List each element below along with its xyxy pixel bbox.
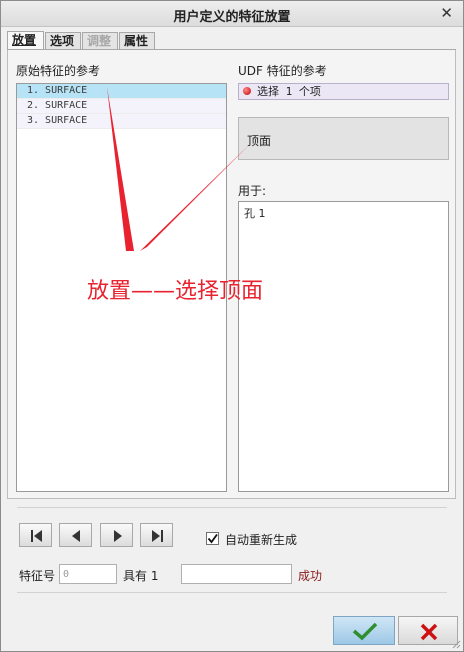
next-button[interactable]: [100, 523, 133, 547]
check-mark-icon: [207, 533, 218, 544]
previous-button[interactable]: [59, 523, 92, 547]
next-icon: [114, 530, 122, 542]
auto-regenerate-checkbox[interactable]: [206, 532, 219, 545]
feature-number-field[interactable]: [59, 564, 117, 584]
has-count-label: 具有 1: [123, 569, 159, 583]
arrow-right-icon: [140, 142, 252, 251]
cancel-button[interactable]: [398, 616, 458, 645]
annotation-text: 放置——选择顶面: [87, 279, 264, 304]
resize-grip-icon[interactable]: [451, 639, 461, 649]
last-icon: [152, 530, 163, 542]
last-button[interactable]: [140, 523, 173, 547]
separator: [17, 592, 447, 593]
first-icon: [31, 530, 42, 542]
separator: [17, 507, 447, 508]
annotation-arrows: [107, 87, 252, 251]
feature-number-input[interactable]: [60, 565, 116, 583]
cancel-x-icon: [420, 623, 438, 641]
first-button[interactable]: [19, 523, 52, 547]
has-field[interactable]: [181, 564, 292, 584]
previous-icon: [72, 530, 80, 542]
has-input[interactable]: [182, 565, 291, 583]
udf-placement-dialog: 用户定义的特征放置 ✕ 放置 选项 调整 属性 原始特征的参考 1. SURFA…: [0, 0, 464, 652]
ok-button[interactable]: [333, 616, 395, 645]
status-text: 成功: [298, 569, 323, 583]
arrow-left-icon: [107, 87, 134, 251]
auto-regenerate-label: 自动重新生成: [225, 533, 298, 547]
check-icon: [352, 622, 378, 641]
feature-number-label: 特征号: [19, 569, 56, 583]
